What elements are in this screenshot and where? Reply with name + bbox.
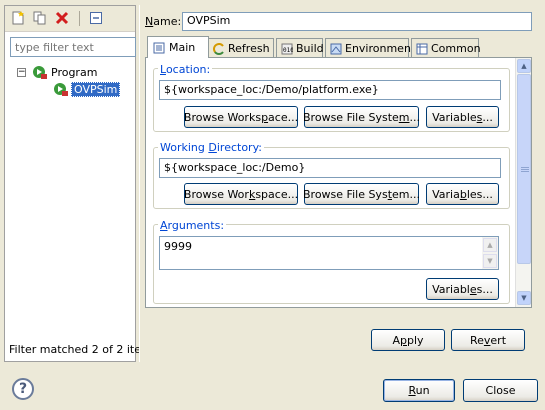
tab-content-scrollbar[interactable]: ▲ ▼: [515, 58, 531, 307]
build-icon: 010: [281, 42, 293, 56]
working-directory-variables-button[interactable]: Varia b les...: [426, 183, 499, 205]
refresh-icon: [213, 42, 225, 56]
tab-label: Refresh: [228, 42, 270, 55]
configuration-toolbar: [5, 6, 135, 32]
environment-icon: [330, 42, 342, 56]
collapse-toggle-icon[interactable]: −: [17, 67, 26, 77]
arguments-variables-button[interactable]: Variabl e s...: [426, 278, 499, 300]
toolbar-separator: [79, 11, 80, 26]
tab-refresh[interactable]: Refresh: [208, 38, 274, 58]
new-configuration-button[interactable]: [9, 9, 27, 27]
tree-item-label: OVPSim: [71, 81, 121, 97]
scroll-down-arrow-icon[interactable]: ▼: [517, 291, 531, 305]
new-icon: [12, 11, 24, 25]
arguments-group-title: Arguments:: [158, 219, 227, 232]
close-button-label: Close: [485, 384, 516, 397]
tab-label: Build: [296, 42, 324, 55]
location-variables-button[interactable]: Variable s...: [426, 106, 499, 128]
tab-environment[interactable]: Environment: [325, 38, 415, 58]
tab-main[interactable]: Main: [147, 36, 209, 58]
tab-label: Common: [431, 42, 481, 55]
location-browse-file-system-button[interactable]: Browse File Syste m...: [303, 106, 420, 128]
working-directory-field[interactable]: ${workspace_loc:/Demo}: [159, 158, 501, 178]
arguments-value: 9999: [164, 240, 192, 253]
collapse-all-icon: [90, 12, 102, 24]
tab-label: Main: [169, 41, 196, 54]
name-label: Name:: [145, 15, 182, 28]
name-field[interactable]: OVPSim: [182, 12, 532, 31]
location-group-title: Location:: [158, 63, 213, 76]
scroll-up-arrow-icon[interactable]: ▲: [483, 238, 497, 252]
close-button[interactable]: Close: [463, 379, 538, 402]
main-tab-content: Location: ${workspace_loc:/Demo/platform…: [145, 57, 532, 308]
thumb-grip: [521, 167, 529, 168]
thumb-grip: [521, 171, 529, 172]
delete-configuration-button[interactable]: [53, 9, 71, 27]
tree-item-ovpsim[interactable]: OVPSim: [53, 81, 121, 97]
tab-common[interactable]: Common: [411, 38, 481, 58]
location-browse-workspace-button[interactable]: Browse Works p ace...: [184, 106, 298, 128]
program-launch-icon: [33, 66, 47, 79]
configuration-list-panel: − Program OVPSim Filter matched 2 of 2 i…: [4, 5, 157, 362]
tree-item-label: Program: [51, 65, 98, 79]
help-icon[interactable]: ?: [12, 378, 34, 400]
working-directory-group-title: Working Directory:: [158, 141, 264, 154]
common-icon: [416, 42, 428, 56]
location-field[interactable]: ${workspace_loc:/Demo/platform.exe}: [159, 80, 501, 100]
filter-status: Filter matched 2 of 2 items: [9, 343, 158, 356]
svg-text:010: 010: [283, 47, 293, 54]
duplicate-configuration-button[interactable]: [31, 9, 49, 27]
filter-input[interactable]: [10, 37, 136, 57]
run-button[interactable]: Run: [383, 379, 455, 402]
duplicate-icon: [33, 11, 46, 25]
scrollbar-thumb[interactable]: [517, 74, 531, 264]
main-tab-icon: [152, 41, 166, 55]
arguments-scrollbar[interactable]: ▲ ▼: [482, 237, 498, 269]
tab-label: Environment: [345, 42, 416, 55]
program-launch-icon: [54, 83, 68, 96]
apply-button[interactable]: Apply: [371, 329, 445, 351]
thumb-grip: [521, 169, 529, 170]
scroll-down-arrow-icon[interactable]: ▼: [483, 254, 497, 268]
revert-button[interactable]: Revert: [451, 329, 525, 351]
collapse-all-button[interactable]: [87, 9, 105, 27]
tab-build[interactable]: 010 Build: [276, 38, 324, 58]
arguments-textarea[interactable]: 9999 ▲ ▼: [159, 236, 499, 270]
scroll-up-arrow-icon[interactable]: ▲: [517, 59, 531, 73]
working-directory-browse-file-system-button[interactable]: Browse File Sys t em...: [303, 183, 420, 205]
working-directory-browse-workspace-button[interactable]: Browse Wor k space...: [184, 183, 298, 205]
delete-icon: [55, 11, 69, 25]
tree-item-program[interactable]: − Program: [17, 64, 97, 80]
